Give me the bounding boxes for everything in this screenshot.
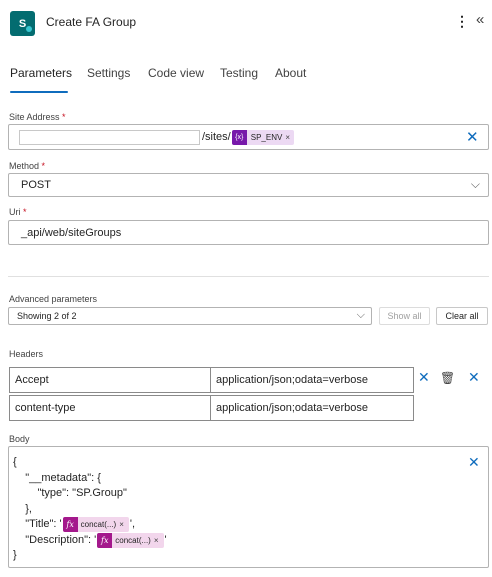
method-label: Method * [9,161,46,171]
token-remove-icon[interactable]: × [154,533,159,549]
body-editor[interactable]: { "__metadata": { "type": "SP.Group" }, … [8,446,489,568]
delete-icon[interactable]: 🗑 [440,371,455,385]
tab-testing[interactable]: Testing [220,66,258,80]
sp-env-token[interactable]: {x} SP_ENV × [231,129,294,145]
body-line-title: "Title": ' fx concat(...) × ', [13,517,488,533]
app-icon: S [10,11,35,36]
header-value-text: application/json;odata=verbose [216,374,368,386]
method-select[interactable]: POST ⌵ [8,173,489,197]
header-value-text: application/json;odata=verbose [216,402,368,414]
more-options-icon[interactable]: ⋮ [455,13,469,30]
advanced-parameters-dropdown[interactable]: Showing 2 of 2 ⌵ [8,307,372,325]
token-label: concat(...) [80,520,117,529]
remove-body-icon[interactable]: ✕ [468,454,480,471]
variable-icon: {x} [231,129,247,145]
site-address-input[interactable]: /sites/ {x} SP_ENV × [8,124,489,150]
token-label: SP_ENV [250,132,283,142]
body-line: } [13,549,17,561]
redacted-host [19,129,200,145]
active-tab-indicator [10,91,68,93]
uri-input[interactable]: _api/web/siteGroups [8,220,489,245]
token-remove-icon[interactable]: × [119,517,124,533]
clear-site-address-icon[interactable]: ✕ [466,128,479,146]
header-key-input[interactable]: content-type [9,395,211,421]
remove-header-row-icon[interactable]: ✕ [468,369,480,386]
collapse-panel-icon[interactable]: « [476,11,484,28]
body-line: "type": "SP.Group" [13,487,127,499]
site-address-text: /sites/ [202,131,231,143]
app-icon-dot [26,26,32,32]
token-remove-icon[interactable]: × [285,133,290,142]
body-label: Body [9,434,30,444]
body-line: "__metadata": { [13,471,101,484]
uri-value: _api/web/siteGroups [21,226,122,239]
remove-header-icon[interactable]: ✕ [418,369,430,386]
tab-settings[interactable]: Settings [87,66,130,80]
body-line: }, [13,502,32,515]
concat-token[interactable]: fx concat(...) × [97,532,164,549]
function-icon: fx [97,532,113,548]
method-value: POST [21,179,51,191]
tab-about[interactable]: About [275,66,306,80]
header-key-text: Accept [15,374,49,386]
advanced-parameters-label: Advanced parameters [9,294,98,304]
clear-all-button[interactable]: Clear all [436,307,488,325]
uri-label: Uri * [9,207,27,217]
body-line: { [13,456,17,468]
site-address-label: Site Address * [9,112,66,122]
header-key-input[interactable]: Accept [9,367,211,393]
action-title[interactable]: Create FA Group [46,15,136,29]
body-line-description: "Description": ' fx concat(...) × ' [13,532,488,549]
concat-token[interactable]: fx concat(...) × [62,517,129,533]
function-icon: fx [62,517,78,533]
tab-parameters[interactable]: Parameters [10,66,72,80]
header-value-input[interactable]: application/json;odata=verbose [210,395,414,421]
tab-code-view[interactable]: Code view [148,66,204,80]
show-all-button[interactable]: Show all [379,307,430,325]
headers-label: Headers [9,349,44,359]
header-key-text: content-type [15,402,76,414]
header-value-input[interactable]: application/json;odata=verbose [210,367,414,393]
section-divider [8,276,489,277]
chevron-down-icon: ⌵ [356,309,365,321]
advanced-parameters-value: Showing 2 of 2 [17,311,77,321]
chevron-down-icon: ⌵ [470,177,480,191]
token-label: concat(...) [115,535,151,545]
